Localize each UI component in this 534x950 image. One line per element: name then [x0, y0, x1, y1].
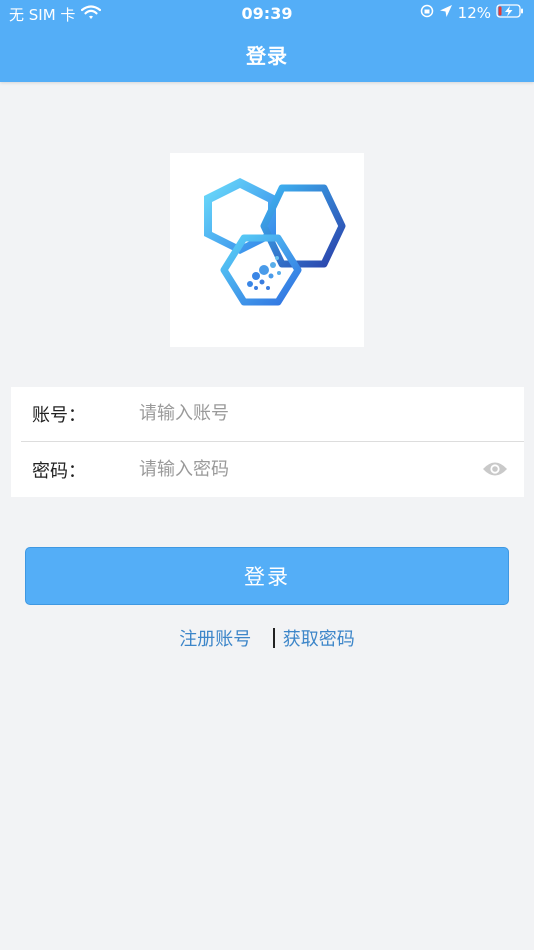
link-separator	[273, 628, 275, 648]
status-bar: 无 SIM 卡 09:39 12%	[0, 0, 534, 28]
password-label: 密码：	[32, 461, 86, 482]
location-arrow-icon	[439, 4, 453, 22]
battery-percent: 12%	[457, 4, 491, 22]
account-input[interactable]	[139, 395, 469, 431]
password-row: 密码：	[11, 443, 524, 497]
top-bar: 无 SIM 卡 09:39 12% 登录	[0, 0, 534, 82]
battery-charging-icon	[496, 4, 524, 22]
eye-icon[interactable]	[482, 460, 508, 482]
status-right: 12%	[420, 4, 524, 22]
divider	[21, 441, 524, 442]
app-logo-icon	[182, 178, 352, 322]
retrieve-password-link[interactable]: 获取密码	[283, 625, 355, 651]
account-label: 账号：	[32, 405, 86, 426]
login-form: 账号： 密码：	[11, 387, 524, 497]
register-link[interactable]: 注册账号	[179, 625, 251, 651]
app-logo	[170, 153, 364, 347]
login-button[interactable]: 登录	[25, 547, 509, 605]
account-row: 账号：	[11, 387, 524, 441]
page-title: 登录	[246, 44, 288, 68]
orientation-lock-icon	[420, 4, 434, 22]
auth-links: 注册账号 获取密码	[0, 625, 534, 651]
password-input[interactable]	[139, 451, 469, 487]
